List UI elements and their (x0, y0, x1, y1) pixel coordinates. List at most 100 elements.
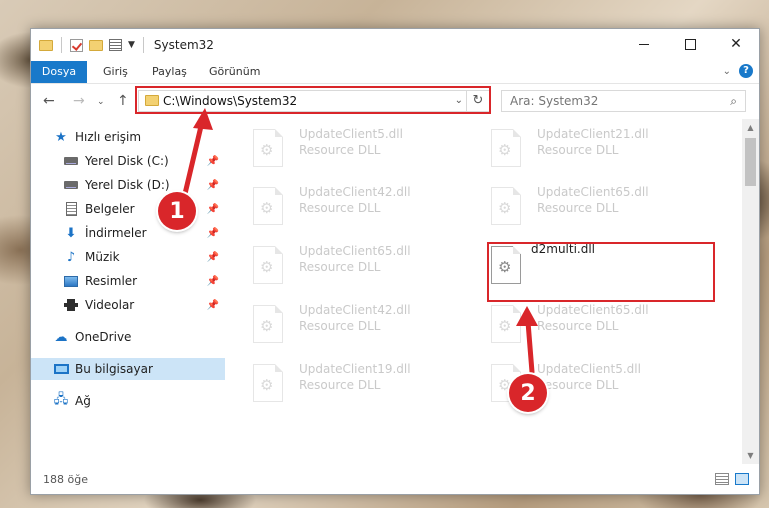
file-type: Resource DLL (299, 143, 381, 157)
ribbon-right-controls: ⌄ ? (723, 64, 753, 78)
nav-label: Ağ (75, 394, 91, 408)
pin-icon[interactable]: 📌 (207, 156, 219, 167)
scroll-down-arrow-icon[interactable]: ▼ (742, 447, 759, 464)
pin-icon[interactable]: 📌 (207, 276, 219, 287)
address-highlight-box (135, 86, 491, 114)
minimize-button[interactable] (621, 29, 667, 59)
file-item[interactable]: ⚙ UpdateClient65.dll Resource DLL (465, 181, 695, 229)
nav-label: Yerel Disk (C:) (85, 154, 169, 168)
quick-access-toolbar: ▼ System32 (39, 37, 214, 53)
nav-label: İndirmeler (85, 226, 147, 240)
nav-item-documents[interactable]: Belgeler 📌 (63, 198, 225, 220)
file-name: UpdateClient65.dll (299, 244, 411, 258)
file-type: Resource DLL (537, 143, 619, 157)
pin-icon[interactable]: 📌 (207, 228, 219, 239)
search-box[interactable]: ⌕ (501, 90, 746, 112)
tab-home[interactable]: Giriş (93, 61, 138, 83)
dll-file-icon: ⚙ (253, 305, 283, 343)
videos-icon (63, 297, 79, 313)
cloud-icon: ☁ (54, 329, 68, 345)
forward-arrow-icon[interactable]: → (73, 93, 85, 109)
search-input[interactable] (510, 94, 710, 108)
scroll-up-arrow-icon[interactable]: ▲ (742, 119, 759, 136)
folder-icon[interactable] (39, 39, 53, 51)
file-item[interactable]: ⚙ UpdateClient42.dll Resource DLL (227, 299, 457, 347)
properties-icon[interactable] (109, 39, 122, 51)
nav-onedrive[interactable]: ☁ OneDrive (53, 326, 225, 348)
up-arrow-icon[interactable]: ↑ (117, 93, 129, 109)
step-marker-2: 2 (509, 374, 547, 412)
network-icon: 🖧 (53, 392, 69, 407)
dll-file-icon: ⚙ (491, 129, 521, 167)
file-highlight-box (487, 242, 715, 302)
file-item[interactable]: ⚙ UpdateClient65.dll Resource DLL (227, 240, 457, 288)
file-type: Resource DLL (299, 319, 381, 333)
recent-locations-chevron-icon[interactable]: ⌄ (97, 97, 105, 107)
maximize-button[interactable] (667, 29, 713, 59)
pin-icon[interactable]: 📌 (207, 204, 219, 215)
step-marker-1: 1 (158, 192, 196, 230)
window-controls: ✕ (621, 29, 759, 59)
help-icon[interactable]: ? (739, 64, 753, 78)
nav-label: Müzik (85, 250, 120, 264)
file-item[interactable]: ⚙ UpdateClient65.dll Resource DLL (465, 299, 695, 347)
dll-file-icon: ⚙ (253, 246, 283, 284)
file-item[interactable]: ⚙ UpdateClient42.dll Resource DLL (227, 181, 457, 229)
separator (142, 37, 144, 53)
nav-network[interactable]: 🖧 Ağ (53, 390, 225, 412)
nav-label: OneDrive (75, 330, 132, 344)
nav-item-pictures[interactable]: Resimler 📌 (63, 270, 225, 292)
large-icons-view-icon[interactable] (735, 473, 749, 485)
nav-label: Resimler (85, 274, 138, 288)
dll-file-icon: ⚙ (491, 305, 521, 343)
nav-item-local-disk-d[interactable]: Yerel Disk (D:) 📌 (63, 174, 225, 196)
window-title: System32 (153, 38, 214, 52)
tab-view[interactable]: Görünüm (199, 61, 270, 83)
nav-quick-access[interactable]: ★ Hızlı erişim (53, 126, 225, 148)
close-icon: ✕ (730, 36, 742, 52)
tab-share[interactable]: Paylaş (142, 61, 197, 83)
nav-item-local-disk-c[interactable]: Yerel Disk (C:) 📌 (63, 150, 225, 172)
back-arrow-icon[interactable]: ← (43, 93, 55, 109)
nav-item-videos[interactable]: Videolar 📌 (63, 294, 225, 316)
separator (61, 37, 62, 53)
close-button[interactable]: ✕ (713, 29, 759, 59)
file-item[interactable]: ⚙ UpdateClient5.dll Resource DLL (227, 123, 457, 171)
dll-file-icon: ⚙ (491, 187, 521, 225)
customize-toolbar-dropdown-icon[interactable]: ▼ (128, 40, 135, 50)
navigation-pane: ★ Hızlı erişim Yerel Disk (C:) 📌 Yerel D… (31, 119, 225, 464)
tab-file[interactable]: Dosya (31, 61, 87, 83)
details-view-icon[interactable] (715, 473, 729, 485)
dll-file-icon: ⚙ (253, 364, 283, 402)
nav-item-downloads[interactable]: ⬇ İndirmeler 📌 (63, 222, 225, 244)
file-item[interactable]: ⚙ UpdateClient19.dll Resource DLL (227, 358, 457, 406)
pin-icon[interactable]: 📌 (207, 180, 219, 191)
file-name: UpdateClient19.dll (299, 362, 411, 376)
file-type: Resource DLL (537, 201, 619, 215)
expand-ribbon-chevron-icon[interactable]: ⌄ (723, 66, 731, 77)
file-name: UpdateClient65.dll (537, 185, 649, 199)
nav-label: Belgeler (85, 202, 135, 216)
computer-icon (53, 361, 69, 377)
documents-icon (63, 201, 79, 217)
file-name: UpdateClient5.dll (299, 127, 403, 141)
vertical-scrollbar[interactable]: ▲ ▼ (742, 119, 759, 464)
nav-this-pc[interactable]: Bu bilgisayar (31, 358, 225, 380)
star-icon: ★ (55, 129, 67, 145)
file-name: UpdateClient65.dll (537, 303, 649, 317)
search-icon[interactable]: ⌕ (730, 94, 737, 109)
file-type: Resource DLL (299, 378, 381, 392)
file-name: UpdateClient21.dll (537, 127, 649, 141)
pin-icon[interactable]: 📌 (207, 252, 219, 263)
minimize-icon (639, 43, 649, 45)
item-count: 188 öğe (43, 473, 88, 486)
properties-check-icon[interactable] (70, 38, 83, 52)
downloads-icon: ⬇ (65, 225, 77, 241)
new-folder-icon[interactable] (89, 39, 103, 51)
scroll-thumb[interactable] (745, 138, 756, 186)
pin-icon[interactable]: 📌 (207, 300, 219, 311)
nav-item-music[interactable]: ♪ Müzik 📌 (63, 246, 225, 268)
file-type: Resource DLL (299, 260, 381, 274)
file-item[interactable]: ⚙ UpdateClient5.dll Resource DLL (465, 358, 695, 406)
file-item[interactable]: ⚙ UpdateClient21.dll Resource DLL (465, 123, 695, 171)
